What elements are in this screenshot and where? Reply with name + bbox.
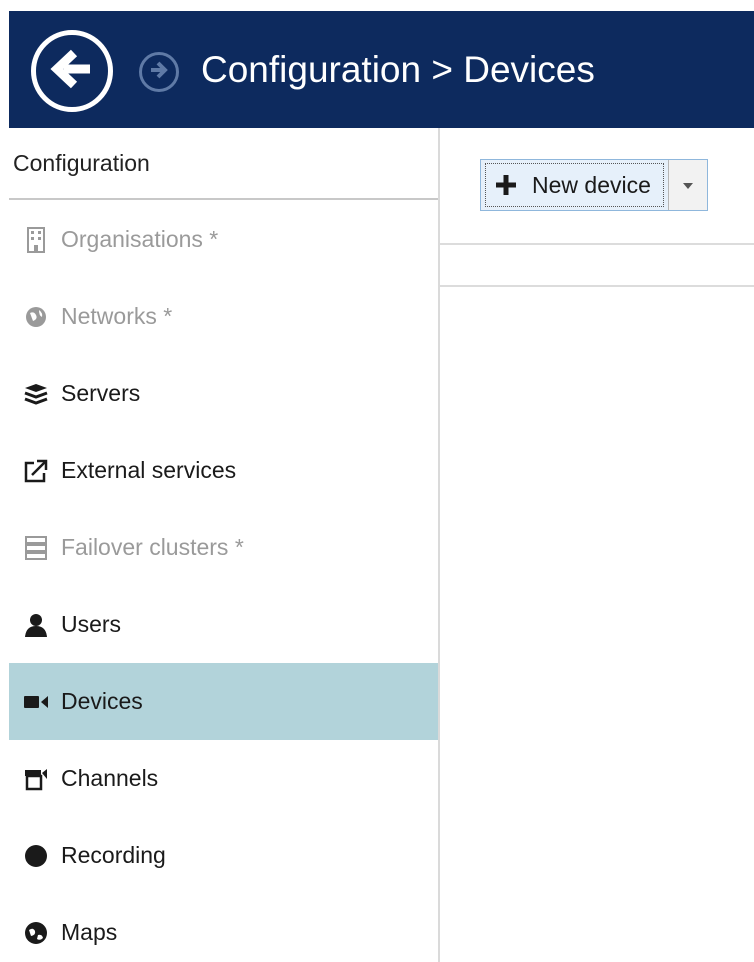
sidebar-item-devices[interactable]: Devices (9, 663, 438, 740)
server-stack-icon (23, 381, 49, 407)
window-edge (0, 0, 9, 962)
page-title: Configuration > Devices (201, 49, 595, 90)
sidebar-item-label: Servers (61, 380, 141, 406)
sidebar-item-label: Organisations * (61, 226, 219, 252)
arrow-right-circle-icon (146, 57, 172, 88)
sidebar-item-recording[interactable]: Recording (9, 817, 438, 894)
forward-button[interactable] (139, 52, 179, 92)
divider (440, 285, 754, 287)
sidebar-item-servers[interactable]: Servers (9, 355, 438, 432)
sidebar-item-channels[interactable]: Channels (9, 740, 438, 817)
building-icon (23, 226, 49, 253)
sidebar-item-external-services[interactable]: External services (9, 432, 438, 509)
plus-icon (496, 175, 516, 195)
record-dot-icon (23, 843, 49, 869)
new-device-split-button[interactable]: New device (480, 159, 708, 211)
sidebar-item-label: External services (61, 457, 237, 483)
external-link-icon (23, 458, 49, 484)
sidebar-item-label: Recording (61, 842, 166, 868)
channels-icon (23, 766, 49, 792)
sidebar-item-label: Networks * (61, 303, 173, 329)
map-globe-icon (23, 920, 49, 946)
sidebar-item-maps[interactable]: Maps (9, 894, 438, 962)
back-button[interactable] (31, 30, 113, 112)
sidebar-item-organisations[interactable]: Organisations * (9, 201, 438, 278)
sidebar: Configuration Organisations * Networks *… (9, 128, 440, 962)
globe-icon (23, 304, 49, 330)
header-bar: Configuration > Devices (9, 11, 754, 128)
sidebar-item-label: Users (61, 611, 122, 637)
camera-icon (23, 689, 49, 715)
arrow-left-circle-icon (44, 41, 100, 102)
sidebar-item-users[interactable]: Users (9, 586, 438, 663)
app-window: Configuration > Devices Configuration Or… (0, 0, 754, 962)
chevron-down-icon (683, 176, 694, 194)
new-device-button[interactable]: New device (485, 163, 665, 207)
user-icon (23, 612, 49, 638)
toolbar: New device (440, 128, 754, 245)
cluster-icon (23, 535, 49, 561)
sidebar-item-failover-clusters[interactable]: Failover clusters * (9, 509, 438, 586)
sidebar-item-label: Channels (61, 765, 159, 791)
new-device-dropdown[interactable] (668, 160, 707, 210)
new-device-label: New device (532, 171, 651, 198)
sidebar-item-label: Failover clusters * (61, 534, 244, 560)
sidebar-item-label: Maps (61, 919, 118, 945)
sidebar-heading: Configuration (9, 128, 438, 200)
sidebar-item-label: Devices (61, 688, 143, 714)
sidebar-item-networks[interactable]: Networks * (9, 278, 438, 355)
main-content: New device (440, 128, 754, 962)
